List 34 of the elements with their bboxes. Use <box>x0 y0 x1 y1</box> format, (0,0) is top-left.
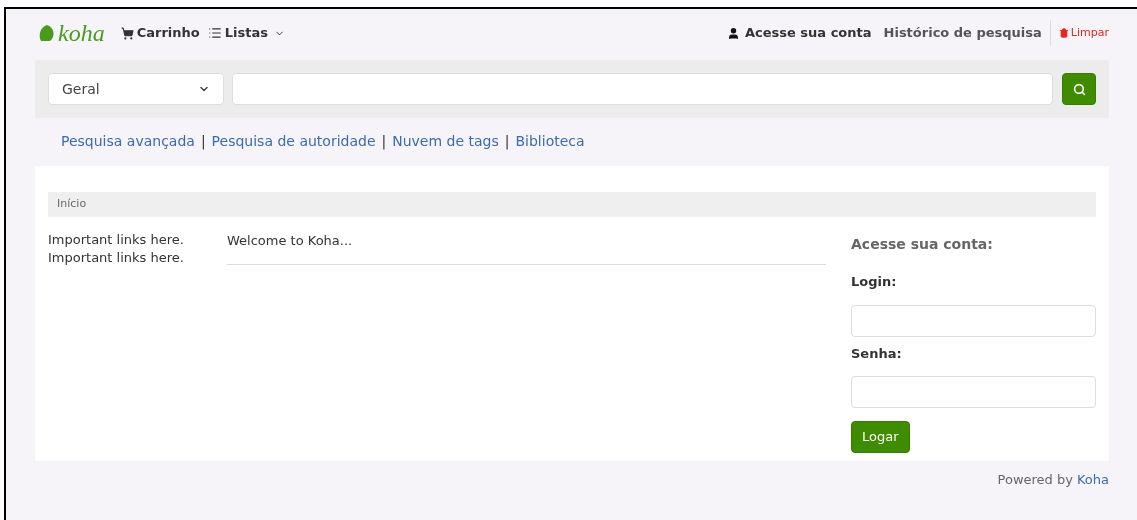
nav-link[interactable]: Biblioteca <box>515 130 585 152</box>
trash-icon <box>1058 28 1069 38</box>
cart-link[interactable]: Carrinho <box>120 23 200 43</box>
account-link[interactable]: Acesse sua conta <box>726 23 872 43</box>
nav-link[interactable]: Pesquisa de autoridade <box>211 130 376 152</box>
scope-select[interactable]: Geral <box>48 73 224 105</box>
sidebar-text: Important links here. <box>48 231 185 249</box>
clear-link[interactable]: Limpar <box>1049 20 1109 46</box>
lists-menu[interactable]: Listas <box>207 23 285 43</box>
welcome-text: Welcome to Koha... <box>227 233 353 248</box>
user-icon <box>726 26 740 40</box>
breadcrumb-link[interactable]: Início <box>57 196 87 213</box>
search-history-link[interactable]: Histórico de pesquisa <box>883 23 1042 43</box>
login-field[interactable] <box>851 304 1096 337</box>
password-label: Senha: <box>851 344 903 363</box>
separator: | <box>504 131 510 152</box>
cart-icon <box>120 26 134 40</box>
search-icon <box>1072 82 1086 96</box>
leaf-icon <box>38 24 56 42</box>
koha-link[interactable]: Koha <box>1076 470 1109 490</box>
password-field[interactable] <box>851 376 1096 408</box>
login-title: Acesse sua conta: <box>851 235 994 254</box>
footer-text: Powered by <box>997 471 1073 489</box>
separator: | <box>381 131 387 152</box>
search-field[interactable] <box>232 73 1053 105</box>
list-icon <box>207 26 222 40</box>
logo[interactable]: koha <box>58 21 105 45</box>
login-label: Login: <box>851 273 898 291</box>
search-button[interactable] <box>1062 73 1096 105</box>
separator: | <box>200 131 206 152</box>
nav-link[interactable]: Pesquisa avançada <box>61 130 195 152</box>
sidebar-text: Important links here. <box>48 249 185 267</box>
nav-link[interactable]: Nuvem de tags <box>392 130 499 152</box>
login-button[interactable]: Logar <box>851 421 910 453</box>
